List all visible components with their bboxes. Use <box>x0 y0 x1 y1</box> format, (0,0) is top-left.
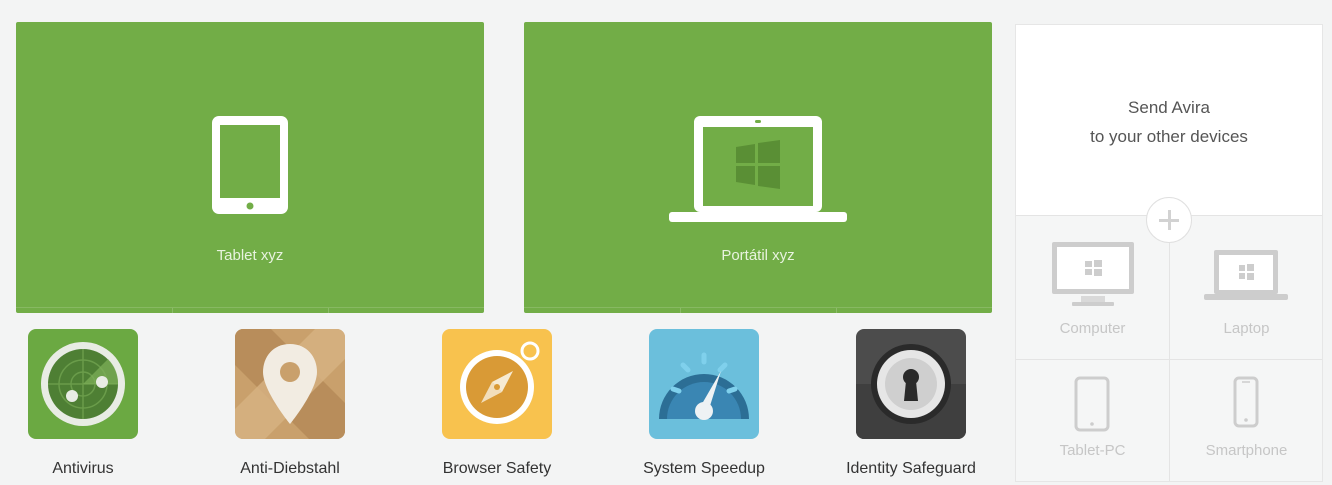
send-to-laptop[interactable]: Laptop <box>1170 216 1323 350</box>
tablet-icon <box>212 116 288 214</box>
smartphone-label: Smartphone <box>1205 442 1288 459</box>
send-avira-panel: Send Avira to your other devices Compute… <box>1015 24 1323 482</box>
device-name-label: Tablet xyz <box>216 247 284 264</box>
title-line-1: Send Avira <box>1128 98 1210 117</box>
divider <box>172 308 173 313</box>
tile-footer <box>524 307 992 313</box>
laptop-windows-icon <box>669 116 847 222</box>
tablet-label: Tablet-PC <box>1059 442 1126 459</box>
compass-icon <box>442 329 552 439</box>
laptop-icon <box>1204 250 1288 300</box>
tablet-icon <box>1074 376 1110 432</box>
feature-label: Browser Safety <box>442 460 552 477</box>
map-pin-icon <box>235 329 345 439</box>
send-avira-title: Send Avira to your other devices <box>1016 93 1322 151</box>
feature-browser-safety[interactable]: Browser Safety <box>397 329 597 478</box>
device-tile-laptop[interactable]: Portátil xyz <box>524 22 992 313</box>
divider <box>328 308 329 313</box>
feature-system-speedup[interactable]: System Speedup <box>604 329 804 478</box>
laptop-label: Laptop <box>1223 320 1270 337</box>
radar-icon <box>28 329 138 439</box>
device-dashboard: Tablet xyz Portátil xyz Antivirus Anti-D… <box>0 0 1332 485</box>
feature-identity-safeguard[interactable]: Identity Safeguard <box>811 329 1011 478</box>
device-type-grid: Computer Laptop Tablet-PC Smartphone <box>1016 215 1322 481</box>
feature-label: Antivirus <box>52 460 114 477</box>
feature-anti-theft[interactable]: Anti-Diebstahl <box>190 329 390 478</box>
send-to-smartphone[interactable]: Smartphone <box>1170 360 1323 485</box>
title-line-2: to your other devices <box>1090 127 1248 146</box>
add-device-plus-icon[interactable] <box>1146 197 1192 243</box>
divider <box>680 308 681 313</box>
send-to-tablet[interactable]: Tablet-PC <box>1016 360 1169 485</box>
keyhole-icon <box>856 329 966 439</box>
tile-footer <box>16 307 484 313</box>
feature-label: Identity Safeguard <box>846 460 976 477</box>
smartphone-icon <box>1233 376 1259 428</box>
computer-icon <box>1052 242 1134 306</box>
device-tile-tablet[interactable]: Tablet xyz <box>16 22 484 313</box>
feature-label: Anti-Diebstahl <box>240 460 340 477</box>
divider <box>836 308 837 313</box>
feature-label: System Speedup <box>643 460 765 477</box>
device-name-label: Portátil xyz <box>721 247 795 264</box>
feature-antivirus[interactable]: Antivirus <box>0 329 183 478</box>
speedometer-icon <box>649 329 759 439</box>
computer-label: Computer <box>1059 320 1126 337</box>
send-to-computer[interactable]: Computer <box>1016 216 1169 350</box>
